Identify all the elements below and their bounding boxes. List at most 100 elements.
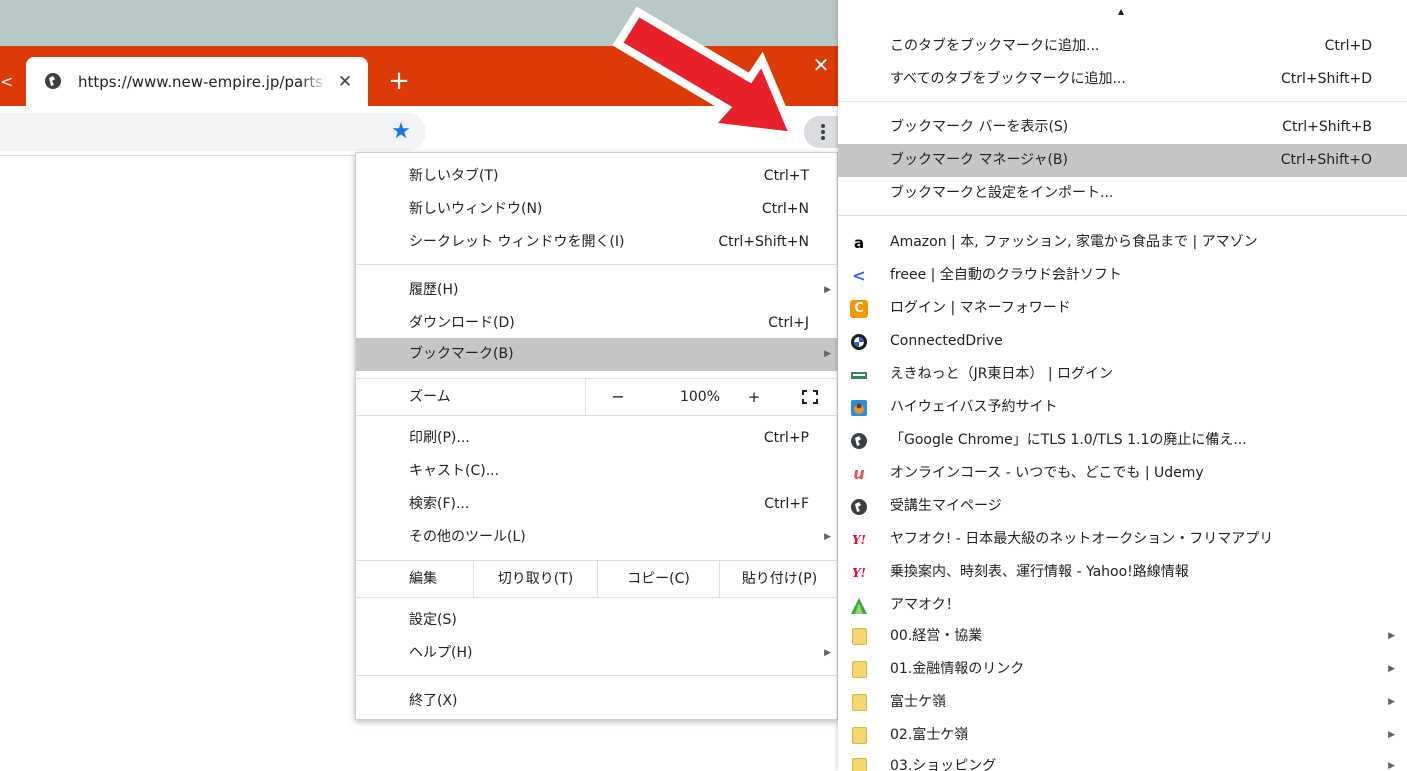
menu-separator: [356, 675, 839, 676]
bookmark-folder[interactable]: 01.金融情報のリンク ▶: [838, 653, 1407, 686]
menu-label: 新しいタブ(T): [409, 168, 499, 184]
yahoo-icon: Y!: [852, 566, 866, 580]
menu-label: ダウンロード(D): [409, 315, 515, 331]
menu-item-new-tab[interactable]: 新しいタブ(T) Ctrl+T: [356, 160, 839, 193]
submenu-arrow-icon: ▶: [1388, 697, 1395, 707]
cut-button[interactable]: 切り取り(T): [473, 561, 597, 597]
tab-close-button[interactable]: ✕: [335, 70, 355, 94]
bookmark-label: 乗換案内、時刻表、運行情報 - Yahoo!路線情報: [890, 564, 1189, 580]
bookmark-folder[interactable]: 富士ケ嶺 ▶: [838, 686, 1407, 719]
bookmark-item[interactable]: えきねっと（JR東日本） | ログイン: [838, 358, 1407, 391]
globe-icon: [45, 73, 61, 89]
menu-label: ブックマーク(B): [409, 346, 514, 362]
folder-icon: [852, 727, 867, 744]
bookmark-item[interactable]: a Amazon | 本, ファッション, 家電から食品まで | アマゾン: [838, 226, 1407, 259]
window-close-button[interactable]: ✕: [810, 52, 832, 78]
copy-button[interactable]: コピー(C): [597, 561, 719, 597]
menu-label: 印刷(P)...: [409, 430, 470, 446]
submenu-arrow-icon: ▶: [1388, 730, 1395, 740]
menu-item-find[interactable]: 検索(F)... Ctrl+F: [356, 488, 839, 521]
scroll-up-icon[interactable]: ▲: [1118, 8, 1128, 16]
bookmark-item[interactable]: Y! ヤフオク! - 日本最大級のネットオークション・フリマアプリ: [838, 523, 1407, 556]
menu-shortcut: Ctrl+Shift+B: [1282, 119, 1372, 135]
bookmark-item[interactable]: u オンラインコース - いつでも、どこでも | Udemy: [838, 457, 1407, 490]
menu-item-help[interactable]: ヘルプ(H) ▶: [356, 637, 839, 670]
menu-item-history[interactable]: 履歴(H) ▶: [356, 274, 839, 307]
bookmark-item[interactable]: アマオク！: [838, 589, 1407, 622]
bookmark-item[interactable]: Y! 乗換案内、時刻表、運行情報 - Yahoo!路線情報: [838, 556, 1407, 589]
menu-separator: [356, 415, 839, 416]
chrome-main-menu: 新しいタブ(T) Ctrl+T 新しいウィンドウ(N) Ctrl+N シークレッ…: [355, 152, 839, 720]
menu-separator: [838, 101, 1407, 102]
zoom-in-button[interactable]: +: [740, 379, 768, 415]
folder-icon: [852, 628, 867, 645]
menu-shortcut: Ctrl+D: [1324, 38, 1372, 54]
tab-scroll-left[interactable]: <: [0, 70, 14, 94]
menu-item-settings[interactable]: 設定(S): [356, 604, 839, 637]
menu-label: 検索(F)...: [409, 496, 470, 512]
menu-label: シークレット ウィンドウを開く(I): [409, 234, 625, 250]
menu-item-incognito[interactable]: シークレット ウィンドウを開く(I) Ctrl+Shift+N: [356, 226, 839, 259]
menu-item-more-tools[interactable]: その他のツール(L) ▶: [356, 521, 839, 554]
bookmark-add-all-tabs[interactable]: すべてのタブをブックマークに追加... Ctrl+Shift+D: [838, 63, 1407, 96]
zoom-level: 100%: [679, 389, 721, 405]
folder-icon: [852, 758, 867, 771]
menu-separator: [838, 215, 1407, 216]
bookmark-folder[interactable]: 00.経営・協業 ▶: [838, 620, 1407, 653]
bookmark-show-bar[interactable]: ブックマーク バーを表示(S) Ctrl+Shift+B: [838, 111, 1407, 144]
edit-label: 編集: [409, 571, 437, 587]
submenu-arrow-icon: ▶: [824, 285, 831, 295]
bookmark-label: ハイウェイバス予約サイト: [890, 399, 1058, 415]
bookmark-import[interactable]: ブックマークと設定をインポート...: [838, 177, 1407, 210]
zoom-row: ズーム − 100% +: [356, 379, 839, 415]
zoom-out-button[interactable]: −: [606, 379, 630, 415]
menu-label: キャスト(C)...: [409, 463, 500, 479]
bookmark-manager[interactable]: ブックマーク マネージャ(B) Ctrl+Shift+O: [838, 144, 1407, 177]
submenu-arrow-icon: ▶: [1388, 761, 1395, 771]
bookmark-label: オンラインコース - いつでも、どこでも | Udemy: [890, 465, 1204, 481]
menu-shortcut: Ctrl+J: [768, 315, 809, 331]
folder-label: 富士ケ嶺: [890, 694, 946, 710]
folder-icon: [852, 661, 867, 678]
amaoku-icon: [851, 598, 867, 614]
bookmark-folder[interactable]: 02.富士ケ嶺 ▶: [838, 719, 1407, 752]
paste-button[interactable]: 貼り付け(P): [719, 561, 839, 597]
bookmark-label: ログイン | マネーフォワード: [890, 300, 1071, 316]
red-arrow-annotation: [612, 6, 801, 141]
bookmark-item[interactable]: ハイウェイバス予約サイト: [838, 391, 1407, 424]
browser-screenshot: < https://www.new-empire.jp/parts ✕ + ✕ …: [0, 0, 1407, 771]
submenu-arrow-icon: ▶: [824, 532, 831, 542]
menu-shortcut: Ctrl+N: [761, 201, 809, 217]
bookmark-item[interactable]: < freee | 全自動のクラウド会計ソフト: [838, 259, 1407, 292]
bookmark-add-tab[interactable]: このタブをブックマークに追加... Ctrl+D: [838, 30, 1407, 63]
menu-item-downloads[interactable]: ダウンロード(D) Ctrl+J: [356, 307, 839, 340]
fullscreen-icon[interactable]: [802, 390, 818, 404]
menu-item-print[interactable]: 印刷(P)... Ctrl+P: [356, 422, 839, 455]
menu-item-exit[interactable]: 終了(X): [356, 685, 839, 718]
bookmark-label: Amazon | 本, ファッション, 家電から食品まで | アマゾン: [890, 234, 1258, 250]
bookmark-item[interactable]: 受講生マイページ: [838, 490, 1407, 523]
menu-item-new-window[interactable]: 新しいウィンドウ(N) Ctrl+N: [356, 193, 839, 226]
bookmark-folder[interactable]: 03.ショッピング ▶: [838, 750, 1407, 771]
menu-shortcut: Ctrl+F: [764, 496, 809, 512]
bookmark-label: ヤフオク! - 日本最大級のネットオークション・フリマアプリ: [890, 531, 1274, 547]
new-tab-button[interactable]: +: [386, 66, 412, 96]
menu-label: 設定(S): [409, 612, 457, 628]
menu-item-cast[interactable]: キャスト(C)...: [356, 455, 839, 488]
bookmark-star-icon[interactable]: ★: [388, 117, 414, 147]
zoom-controls: − 100% +: [585, 379, 839, 415]
bookmark-item[interactable]: ConnectedDrive: [838, 325, 1407, 358]
amazon-icon: a: [853, 234, 865, 252]
folder-icon: [852, 694, 867, 711]
menu-item-bookmarks[interactable]: ブックマーク(B) ▶: [356, 338, 839, 371]
menu-shortcut: Ctrl+Shift+N: [718, 234, 809, 250]
bookmark-label: ConnectedDrive: [890, 333, 1003, 349]
menu-label: 終了(X): [409, 693, 458, 709]
address-bar[interactable]: [0, 113, 426, 151]
tab-title: https://www.new-empire.jp/parts: [78, 73, 324, 91]
bookmark-item[interactable]: 「Google Chrome」にTLS 1.0/TLS 1.1の廃止に備え...: [838, 424, 1407, 457]
menu-separator: [356, 264, 839, 265]
globe-icon: [851, 499, 867, 515]
folder-label: 02.富士ケ嶺: [890, 727, 969, 743]
bookmark-item[interactable]: C ログイン | マネーフォワード: [838, 292, 1407, 325]
